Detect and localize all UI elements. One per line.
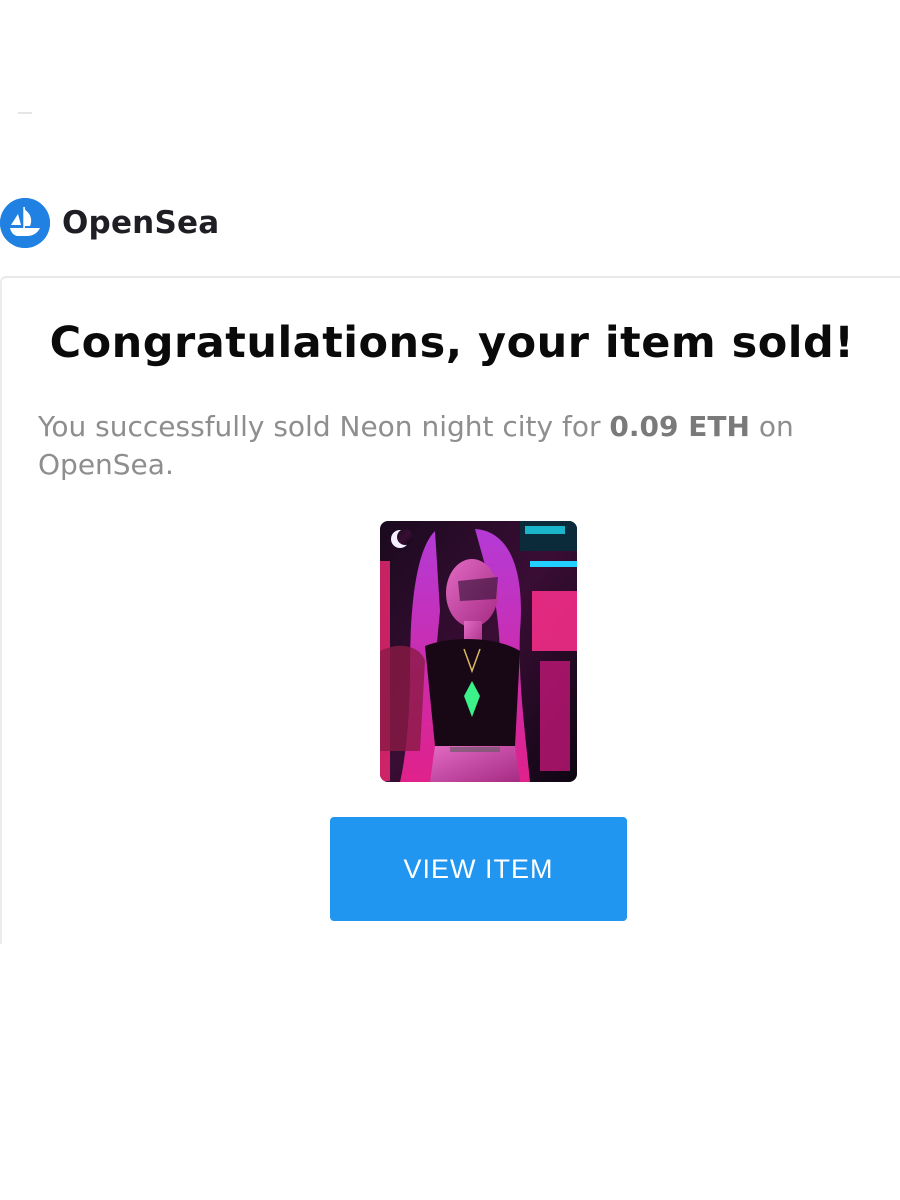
headline: Congratulations, your item sold!: [49, 318, 855, 368]
email-page: OpenSea Congratulations, your item sold!…: [0, 0, 900, 1200]
neon-night-city-nft-image[interactable]: [380, 521, 577, 782]
opensea-logo-icon: [0, 198, 50, 248]
email-header: OpenSea: [0, 190, 219, 256]
message-prefix: You successfully sold Neon night city fo…: [38, 410, 601, 443]
sale-amount: 0.09 ETH: [609, 410, 750, 443]
sale-message: You successfully sold Neon night city fo…: [38, 408, 858, 484]
divider: [18, 112, 32, 114]
view-item-button[interactable]: VIEW ITEM: [330, 817, 627, 921]
brand-name: OpenSea: [62, 205, 220, 241]
email-card: Congratulations, your item sold! You suc…: [0, 276, 900, 944]
